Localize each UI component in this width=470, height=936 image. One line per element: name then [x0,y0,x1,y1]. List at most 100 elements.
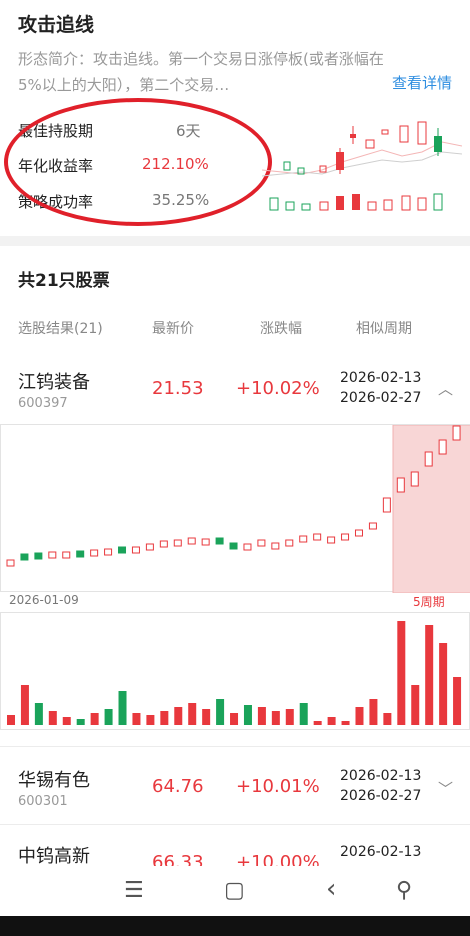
candle [131,546,140,554]
candle [452,425,461,441]
candle [368,522,377,530]
volume-bar [7,715,15,725]
period-end-date: 2026-02-27 [340,788,422,804]
system-navbar: ☰ ▢ ‹ ⚲ [0,866,470,916]
volume-bar [76,719,85,725]
period-start-date: 2026-02-13 [340,768,422,784]
weeks-label: 5周期 [413,595,445,609]
volume-bar [216,699,225,725]
volume-chart [0,612,470,730]
volume-bar [132,713,141,725]
candle [396,477,405,493]
assistant-icon[interactable]: ⚲ [396,878,412,903]
period-start-date: 2026-02-13 [340,370,422,386]
candle [257,539,266,547]
expand-chevron-icon[interactable]: ﹀ [438,778,453,799]
candle [438,439,447,455]
row-divider [0,824,470,825]
candle [187,537,196,545]
volume-bar [104,709,113,725]
back-icon[interactable]: ‹ [326,874,336,904]
candlestick-svg [6,424,470,594]
stock-name: 江钨装备 [18,372,90,393]
volume-bar [439,643,448,725]
volume-bar [243,705,252,725]
volume-bar [118,691,127,725]
candle [299,535,308,543]
stock-name: 中钨高新 [18,846,90,867]
candle [285,539,294,547]
header-result: 选股结果(21) [18,321,103,337]
candle [104,548,113,556]
volume-bar [90,713,99,725]
volume-bar [397,621,406,725]
volume-bar [62,717,71,725]
stock-code: 600397 [18,396,68,411]
volume-bar [341,721,350,725]
stock-count: 共21只股票 [18,271,110,291]
volume-bar [146,715,155,725]
volume-bar [327,717,336,725]
volume-bar [453,677,462,725]
stock-price: 64.76 [152,776,204,797]
period-end-date: 2026-02-27 [340,390,422,406]
period-start-date: 2026-02-13 [340,844,422,860]
candle [410,471,419,487]
candle [327,536,336,544]
volume-bar [20,685,29,725]
stock-price: 21.53 [152,378,204,399]
candle [382,497,391,513]
volume-bar [188,703,197,725]
candle [271,542,280,550]
red-highlight-oval [4,98,272,226]
candle [20,553,29,561]
candle [243,543,252,551]
home-icon[interactable]: ▢ [224,878,245,903]
candle [424,451,433,467]
candle [48,551,57,559]
candle [62,551,71,559]
volume-bar [48,711,57,725]
header-period: 相似周期 [356,321,412,337]
candle [90,549,99,557]
volume-bar [411,685,420,725]
highlight-period [392,424,470,594]
menu-icon[interactable]: ☰ [124,878,144,903]
candle [159,540,168,548]
volume-bar [313,721,322,725]
candle [201,538,210,546]
collapse-chevron-icon[interactable]: ︿ [438,378,453,399]
volume-svg [7,621,462,725]
candle [118,546,127,554]
view-details-link[interactable]: 查看详情 [392,72,452,93]
candle [215,537,224,545]
candle [76,550,85,558]
candle [313,533,322,541]
volume-bar [369,699,378,725]
row-divider [0,746,470,747]
stock-change: +10.02% [236,378,320,399]
candle [145,543,154,551]
candle [34,552,43,560]
candle [6,559,15,567]
volume-bar [202,709,211,725]
candle [173,539,182,547]
candle [229,542,238,550]
header-change: 涨跌幅 [260,321,302,337]
volume-bar [160,711,169,725]
stock-change: +10.01% [236,776,320,797]
description-line-1: 形态简介：攻击追线。第一个交易日涨停板(或者涨幅在 [18,50,384,68]
volume-bar [299,703,308,725]
header-price: 最新价 [152,321,194,337]
pattern-mini-chart [262,121,462,211]
strategy-card: 攻击追线 形态简介：攻击追线。第一个交易日涨停板(或者涨幅在 5%以上的大阳），… [0,0,470,236]
stock-code: 600301 [18,794,68,809]
volume-bar [257,707,266,725]
volume-bar [383,713,392,725]
volume-bar [355,707,364,725]
volume-bar [271,711,280,725]
volume-bar [425,625,434,725]
volume-bar [174,707,183,725]
volume-bar [34,703,43,725]
volume-bar [230,713,239,725]
